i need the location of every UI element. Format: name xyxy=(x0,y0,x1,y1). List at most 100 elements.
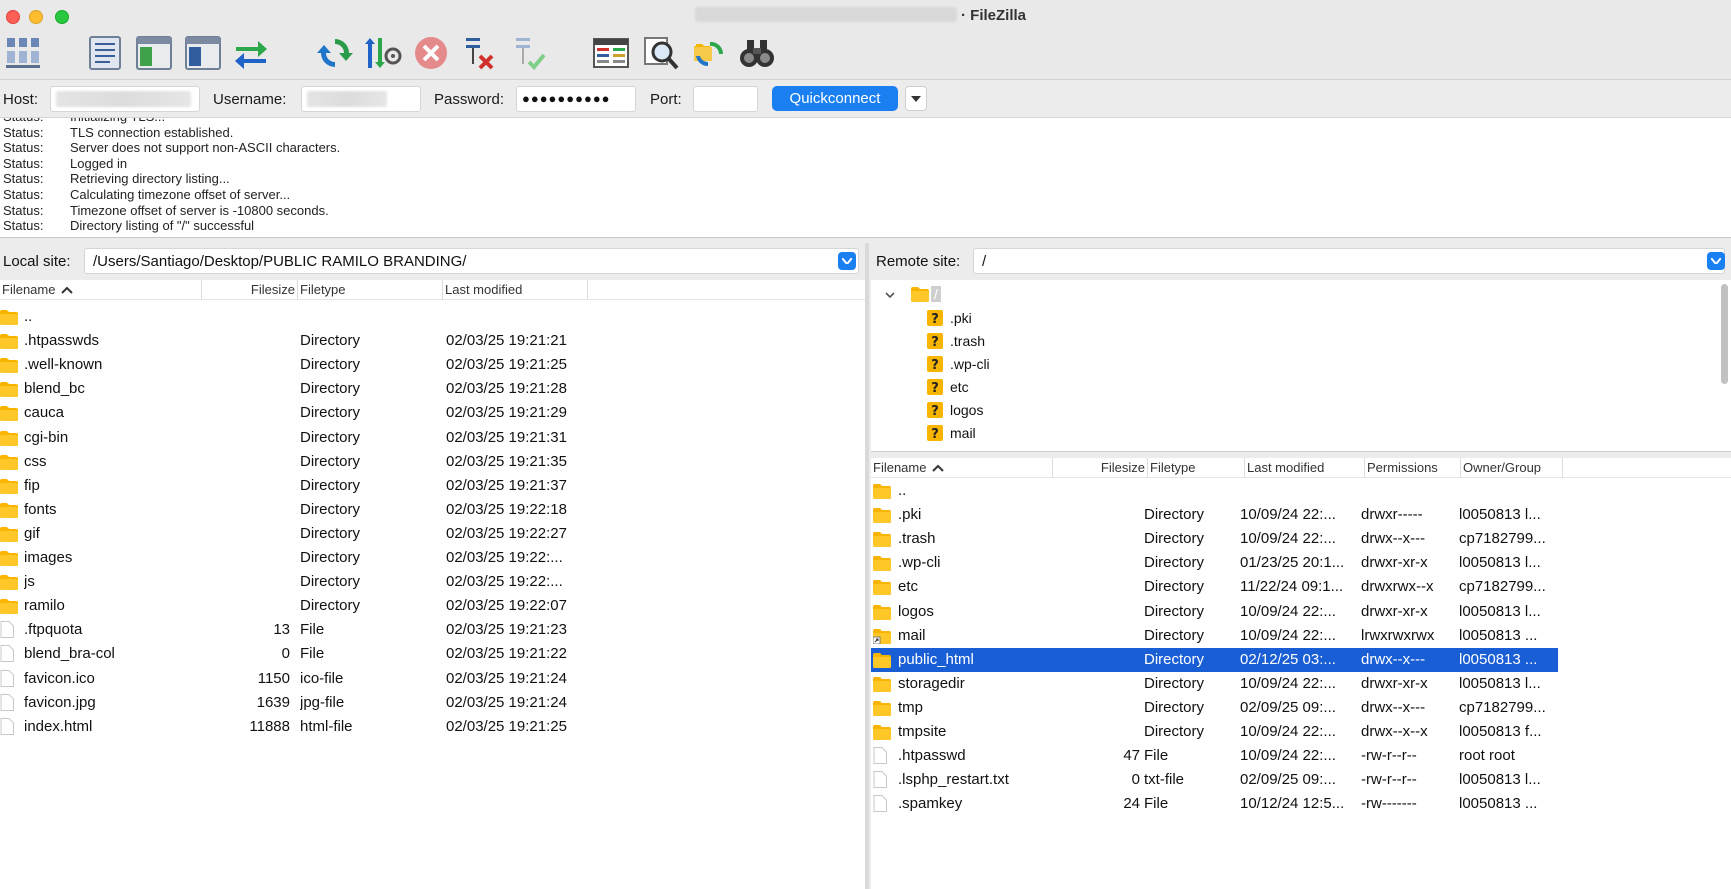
transfer-queue-button[interactable] xyxy=(232,34,270,72)
table-row[interactable]: mail Directory 10/09/24 22:... lrwxrwxrwx l0… xyxy=(871,624,1731,648)
disconnect-button[interactable] xyxy=(460,34,498,72)
unknown-folder-icon: ? xyxy=(926,424,944,442)
table-row[interactable]: .wp-cli Directory 01/23/25 20:1... drwxr-xr… xyxy=(871,551,1731,575)
table-row[interactable]: favicon.jpg 1639 jpg-file 02/03/25 19:21:24 xyxy=(0,691,865,715)
table-row[interactable]: cauca Directory 02/03/25 19:21:29 xyxy=(0,401,865,425)
row-owner: l0050813 l... xyxy=(1459,674,1541,692)
quickconnect-history-button[interactable] xyxy=(905,86,927,111)
local-file-list[interactable]: Filename Filesize Filetype Last modified… xyxy=(0,280,865,889)
tree-root-row[interactable]: / xyxy=(885,284,941,304)
table-row[interactable]: .spamkey 24 File 10/12/24 12:5... -rw-------… xyxy=(871,792,1731,816)
table-row[interactable]: logos Directory 10/09/24 22:... drwxr-xr-x l… xyxy=(871,600,1731,624)
table-row[interactable]: storagedir Directory 10/09/24 22:... drwxr-… xyxy=(871,672,1731,696)
row-modified: 10/09/24 22:... xyxy=(1240,506,1336,524)
remote-col-modified[interactable]: Last modified xyxy=(1245,458,1365,478)
table-row[interactable]: cgi-bin Directory 02/03/25 19:21:31 xyxy=(0,426,865,450)
tree-scrollbar[interactable] xyxy=(1721,284,1728,384)
chevron-down-icon[interactable] xyxy=(885,286,897,302)
local-col-modified[interactable]: Last modified xyxy=(443,280,588,300)
remote-col-filetype[interactable]: Filetype xyxy=(1148,458,1245,478)
remote-path-dropdown[interactable] xyxy=(1707,252,1725,270)
remote-path-input[interactable]: / xyxy=(973,248,1725,274)
table-row[interactable]: .. xyxy=(0,305,865,329)
find-button[interactable] xyxy=(738,34,776,72)
table-row[interactable]: .trash Directory 10/09/24 22:... drwx--x---… xyxy=(871,527,1731,551)
row-owner: l0050813 ... xyxy=(1459,626,1538,644)
reconnect-button[interactable] xyxy=(510,34,548,72)
tree-item[interactable]: ? etc xyxy=(926,377,969,397)
toggle-local-tree-button[interactable] xyxy=(135,34,173,72)
table-row[interactable]: etc Directory 11/22/24 09:1... drwxrwx--x cp… xyxy=(871,575,1731,599)
row-modified: 10/09/24 22:... xyxy=(1240,530,1336,548)
row-owner: l0050813 l... xyxy=(1459,554,1541,572)
directory-comparison-button[interactable] xyxy=(592,34,630,72)
synchronized-browsing-button[interactable] xyxy=(690,34,728,72)
local-col-filesize[interactable]: Filesize xyxy=(202,280,298,300)
unknown-folder-icon: ? xyxy=(926,355,944,373)
remote-directory-tree[interactable]: / ? .pki ? .trash ? .wp-cli ? etc ? logos ? mail xyxy=(871,280,1731,452)
table-row[interactable]: blend_bra-col 0 File 02/03/25 19:21:22 xyxy=(0,642,865,666)
host-input[interactable] xyxy=(50,86,200,112)
table-row[interactable]: css Directory 02/03/25 19:21:35 xyxy=(0,450,865,474)
table-row[interactable]: js Directory 02/03/25 19:22:... xyxy=(0,570,865,594)
tree-item[interactable]: ? .trash xyxy=(926,331,985,351)
minimize-window-button[interactable] xyxy=(29,10,43,24)
row-filename: js xyxy=(24,573,35,591)
local-col-filetype[interactable]: Filetype xyxy=(298,280,443,300)
message-log[interactable]: Status:Initializing TLS...Status:TLS con… xyxy=(0,118,1731,238)
search-files-button[interactable] xyxy=(642,34,680,72)
tree-item[interactable]: ? mail xyxy=(926,423,976,443)
toggle-message-log-button[interactable] xyxy=(86,34,124,72)
remote-col-permissions[interactable]: Permissions xyxy=(1365,458,1461,478)
row-filename: cgi-bin xyxy=(24,428,69,446)
toggle-remote-tree-button[interactable] xyxy=(184,34,222,72)
table-row-selected[interactable]: public_html Directory 02/12/25 03:... drwx-… xyxy=(871,647,1558,672)
row-filetype: Directory xyxy=(300,500,361,518)
username-input[interactable] xyxy=(301,86,421,112)
local-path-input[interactable]: /Users/Santiago/Desktop/PUBLIC RAMILO BR… xyxy=(84,248,859,274)
remote-file-list[interactable]: Filename Filesize Filetype Last modified… xyxy=(871,458,1731,889)
remote-col-owner[interactable]: Owner/Group xyxy=(1461,458,1563,478)
table-row[interactable]: .pki Directory 10/09/24 22:... drwxr----- l0… xyxy=(871,503,1731,527)
table-row[interactable]: .htpasswds Directory 02/03/25 19:21:21 xyxy=(0,329,865,353)
table-row[interactable]: blend_bc Directory 02/03/25 19:21:28 xyxy=(0,377,865,401)
table-row[interactable]: fonts Directory 02/03/25 19:22:18 xyxy=(0,498,865,522)
table-row[interactable]: .htpasswd 47 File 10/09/24 22:... -rw-r--r--… xyxy=(871,744,1731,768)
password-input[interactable]: ●●●●●●●●●● xyxy=(516,86,636,112)
quickconnect-button[interactable]: Quickconnect xyxy=(772,86,898,111)
row-filename: .trash xyxy=(898,530,936,548)
row-filename: favicon.jpg xyxy=(24,693,96,711)
refresh-button[interactable] xyxy=(316,34,354,72)
table-row[interactable]: tmp Directory 02/09/25 09:... drwx--x--- cp7… xyxy=(871,696,1731,720)
row-modified: 02/03/25 19:21:22 xyxy=(446,645,567,663)
table-row[interactable]: .. xyxy=(871,479,1731,503)
table-row[interactable]: .ftpquota 13 File 02/03/25 19:21:23 xyxy=(0,618,865,642)
port-input[interactable] xyxy=(693,86,758,112)
local-path-dropdown[interactable] xyxy=(838,252,856,270)
table-row[interactable]: .well-known Directory 02/03/25 19:21:25 xyxy=(0,353,865,377)
table-row[interactable]: gif Directory 02/03/25 19:22:27 xyxy=(0,522,865,546)
local-col-filename[interactable]: Filename xyxy=(0,280,202,300)
pane-splitter[interactable] xyxy=(865,243,869,889)
cancel-operation-button[interactable] xyxy=(412,34,450,72)
tree-item[interactable]: ? .pki xyxy=(926,308,972,328)
table-row[interactable]: tmpsite Directory 10/09/24 22:... drwx--x--… xyxy=(871,720,1731,744)
table-row[interactable]: images Directory 02/03/25 19:22:... xyxy=(0,546,865,570)
tree-item[interactable]: ? .wp-cli xyxy=(926,354,990,374)
tree-item[interactable]: ? logos xyxy=(926,400,983,420)
app-name: · FileZilla xyxy=(961,7,1027,24)
process-queue-button[interactable] xyxy=(364,34,402,72)
remote-col-filename[interactable]: Filename xyxy=(871,458,1053,478)
table-row[interactable]: .lsphp_restart.txt 0 txt-file 02/09/25 09:.… xyxy=(871,768,1731,792)
close-window-button[interactable] xyxy=(6,10,20,24)
table-row[interactable]: fip Directory 02/03/25 19:21:37 xyxy=(0,474,865,498)
zoom-window-button[interactable] xyxy=(55,10,69,24)
table-row[interactable]: favicon.ico 1150 ico-file 02/03/25 19:21:24 xyxy=(0,667,865,691)
log-entry-message: Retrieving directory listing... xyxy=(70,171,230,187)
remote-col-filesize[interactable]: Filesize xyxy=(1053,458,1148,478)
site-manager-button[interactable] xyxy=(4,34,42,72)
row-filesize: 1150 xyxy=(257,669,290,687)
row-filetype: Directory xyxy=(1144,723,1205,740)
table-row[interactable]: index.html 11888 html-file 02/03/25 19:21:2… xyxy=(0,715,865,739)
table-row[interactable]: ramilo Directory 02/03/25 19:22:07 xyxy=(0,594,865,618)
